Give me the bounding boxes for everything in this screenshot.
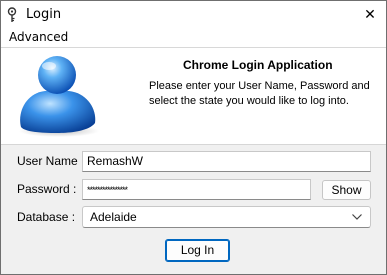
menu-bar: Advanced [1, 29, 386, 47]
login-window: Login ✕ Advanced Chrome Login Applicatio… [0, 0, 387, 275]
show-password-button[interactable]: Show [322, 180, 371, 200]
database-label: Database : [17, 210, 76, 224]
title-bar: Login ✕ [1, 1, 386, 29]
header-title: Chrome Login Application [183, 58, 333, 72]
password-input[interactable]: **************** [82, 179, 311, 200]
key-icon [7, 7, 17, 22]
close-button[interactable]: ✕ [358, 5, 382, 25]
database-selected-value: Adelaide [90, 210, 137, 224]
username-input[interactable]: RemashW [82, 151, 371, 172]
username-value: RemashW [87, 154, 144, 168]
password-label: Password : [17, 182, 77, 196]
close-icon: ✕ [364, 7, 376, 23]
header-divider [1, 144, 386, 145]
chevron-down-icon [352, 214, 362, 220]
database-select[interactable]: Adelaide [82, 206, 371, 228]
login-button[interactable]: Log In [165, 239, 230, 262]
window-title: Login [26, 7, 62, 22]
user-avatar-icon [19, 56, 99, 137]
header-description: Please enter your User Name, Password an… [149, 80, 370, 107]
menu-item-advanced[interactable]: Advanced [9, 29, 68, 45]
header-panel: Chrome Login Application Please enter yo… [1, 48, 386, 144]
username-label: User Name : [17, 154, 85, 168]
password-masked-value: **************** [87, 185, 128, 195]
